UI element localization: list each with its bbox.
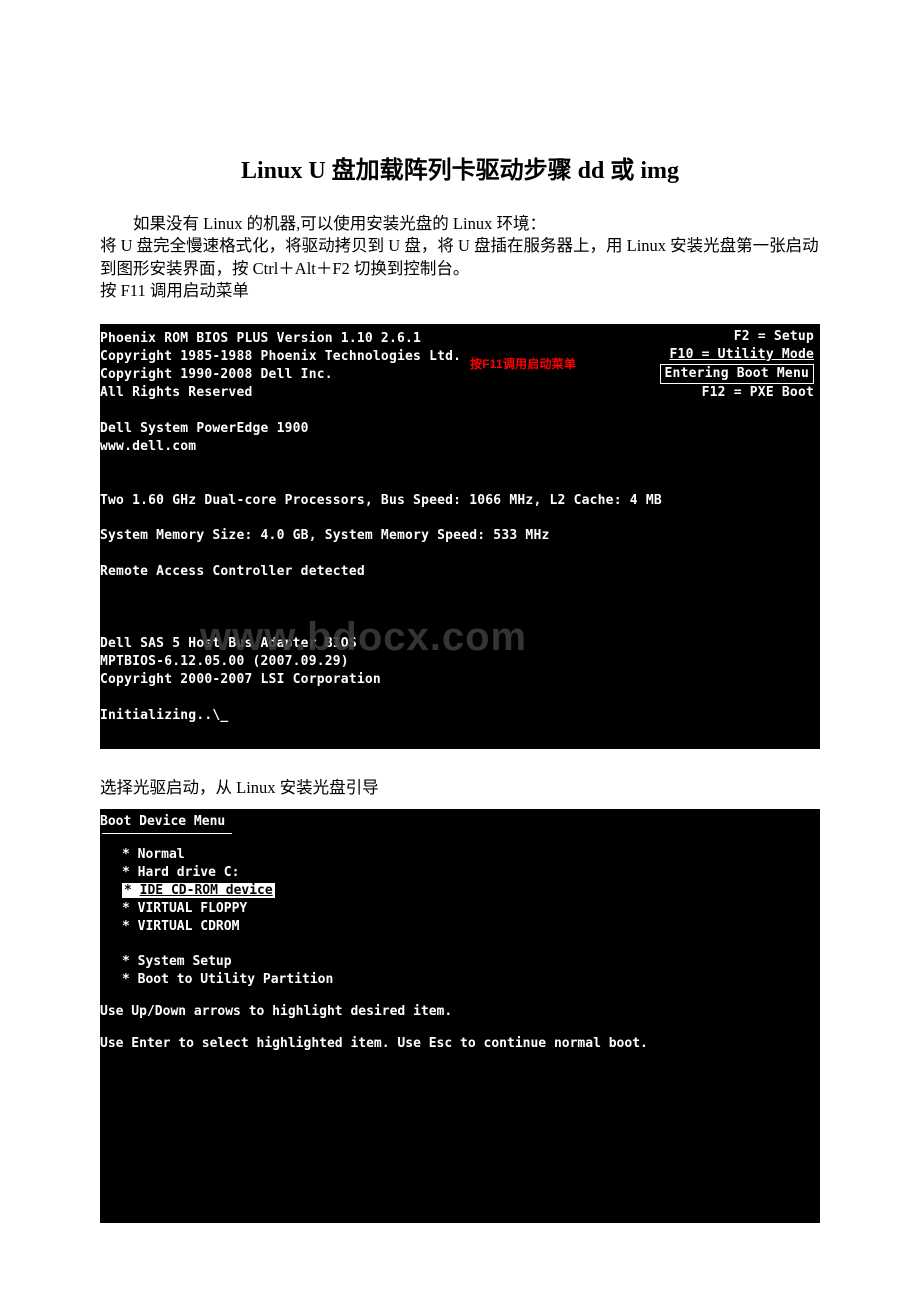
boot-menu-item: * VIRTUAL CDROM — [100, 918, 820, 936]
boot-menu-item-selected: * IDE CD-ROM device — [100, 882, 820, 900]
boot-item-virtual-floppy: VIRTUAL FLOPPY — [138, 901, 248, 916]
bios-line: System Memory Size: 4.0 GB, System Memor… — [100, 527, 820, 545]
intro-line-1: 如果没有 Linux 的机器,可以使用安装光盘的 Linux 环境： — [100, 213, 820, 235]
divider — [102, 833, 232, 834]
boot-menu-item: * VIRTUAL FLOPPY — [100, 900, 820, 918]
page-title: Linux U 盘加载阵列卡驱动步骤 dd 或 img — [100, 150, 820, 185]
document-page: Linux U 盘加载阵列卡驱动步骤 dd 或 img 如果没有 Linux 的… — [0, 0, 920, 1263]
boot-item-cdrom: IDE CD-ROM device — [140, 883, 273, 898]
bios-line: MPTBIOS-6.12.05.00 (2007.09.29) — [100, 653, 820, 671]
boot-menu-item: * Hard drive C: — [100, 864, 820, 882]
bios-line: Copyright 1985-1988 Phoenix Technologies… — [100, 349, 461, 364]
boot-menu-item: * System Setup — [100, 953, 820, 971]
boot-item-utility-partition: Boot to Utility Partition — [138, 972, 334, 987]
bios-f12-hint: F12 = PXE Boot — [660, 384, 814, 402]
bios-line: Two 1.60 GHz Dual-core Processors, Bus S… — [100, 492, 820, 510]
annotation-press-f11: 按F11调用启动菜单 — [470, 356, 576, 373]
mid-instruction: 选择光驱启动，从 Linux 安装光盘引导 — [100, 777, 820, 799]
bios-line: Dell System PowerEdge 1900 — [100, 420, 820, 438]
intro-line-3: 按 F11 调用启动菜单 — [100, 280, 820, 302]
boot-menu-item: * Normal — [100, 846, 820, 864]
bios-post-screenshot: F2 = Setup F10 = Utility Mode Entering B… — [100, 324, 820, 749]
boot-menu-item: * Boot to Utility Partition — [100, 971, 820, 989]
bios-line: Initializing..\_ — [100, 707, 820, 725]
bios-line: Copyright 2000-2007 LSI Corporation — [100, 671, 820, 689]
boot-item-system-setup: System Setup — [138, 954, 232, 969]
bios-entering-boot-menu-box: Entering Boot Menu — [660, 364, 814, 384]
boot-menu-instruction: Use Up/Down arrows to highlight desired … — [100, 1003, 820, 1021]
bios-line: www.dell.com — [100, 438, 820, 456]
intro-line-2: 将 U 盘完全慢速格式化，将驱动拷贝到 U 盘，将 U 盘插在服务器上，用 Li… — [100, 235, 820, 280]
boot-menu-title: Boot Device Menu — [100, 813, 820, 831]
boot-item-normal: Normal — [138, 847, 185, 862]
bios-line: Dell SAS 5 Host Bus Adapter BIOS — [100, 635, 820, 653]
boot-menu-instruction: Use Enter to select highlighted item. Us… — [100, 1035, 820, 1053]
bios-f2-hint: F2 = Setup — [660, 328, 814, 346]
boot-item-virtual-cdrom: VIRTUAL CDROM — [138, 919, 240, 934]
bios-line: Remote Access Controller detected — [100, 563, 820, 581]
boot-device-menu-screenshot: Boot Device Menu * Normal * Hard drive C… — [100, 809, 820, 1223]
boot-item-hard-drive: Hard drive C: — [138, 865, 240, 880]
